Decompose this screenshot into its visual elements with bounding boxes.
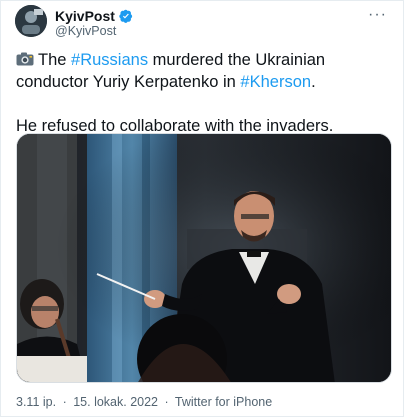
tweet-text-line1: The #Russians murdered the Ukrainian con… xyxy=(16,49,396,93)
tweet-source: Twitter for iPhone xyxy=(174,395,273,409)
hashtag-kherson[interactable]: #Kherson xyxy=(240,73,311,91)
author-display-name[interactable]: KyivPost xyxy=(55,8,115,24)
tweet-date[interactable]: 15. lokak. 2022 xyxy=(73,395,158,409)
tweet-text: The #Russians murdered the Ukrainian con… xyxy=(16,49,396,137)
tweet-time[interactable]: 3.11 ip. xyxy=(16,395,56,409)
kyivpost-logo-icon xyxy=(15,5,47,37)
metadata-separator: · xyxy=(164,395,169,409)
hashtag-russians[interactable]: #Russians xyxy=(71,51,148,69)
author-name-row: KyivPost xyxy=(55,8,133,24)
tweet-metadata: 3.11 ip. · 15. lokak. 2022 · Twitter for… xyxy=(16,395,275,409)
camera-icon xyxy=(16,52,34,66)
tweet-card[interactable]: KyivPost @KyivPost ··· The #Russians mur… xyxy=(0,0,404,417)
text-segment: . xyxy=(311,73,316,91)
text-segment: The xyxy=(38,51,72,69)
more-options-icon[interactable]: ··· xyxy=(368,6,387,24)
metadata-separator: · xyxy=(62,395,67,409)
author-handle[interactable]: @KyivPost xyxy=(55,24,116,38)
tweet-photo[interactable] xyxy=(16,133,392,383)
author-avatar[interactable] xyxy=(15,5,47,37)
conductor-photo-image xyxy=(17,134,391,382)
verified-badge-icon xyxy=(119,9,133,23)
